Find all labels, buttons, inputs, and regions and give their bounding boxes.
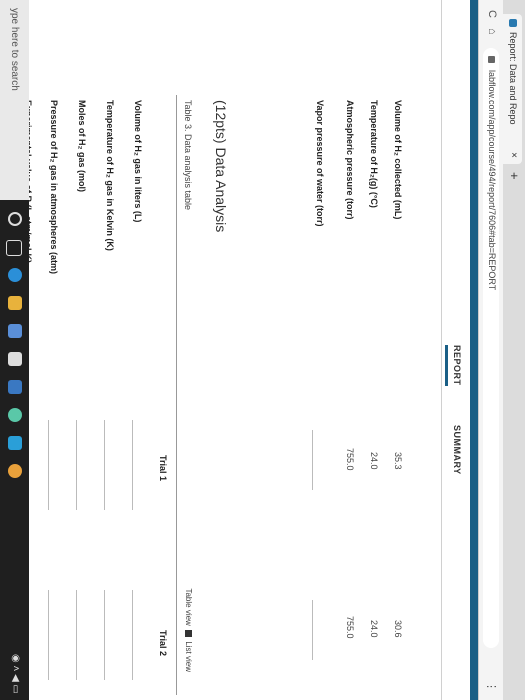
task-view-icon[interactable] (6, 240, 22, 256)
taskbar: ype here to search ◉ ˄ ◀ ▭ (0, 0, 29, 700)
close-icon[interactable]: × (508, 152, 519, 158)
reload-icon[interactable]: C (486, 10, 498, 18)
row-label-moles: Moles of H₂ gas (mol) (77, 100, 87, 193)
summary-trial2-atm-pressure: 755.0 (345, 616, 355, 639)
report-content: Volume of H₂ collected (mL) 35.3 30.6 Te… (21, 0, 441, 700)
dropbox-icon[interactable] (8, 380, 22, 394)
home-icon[interactable]: ⌂ (486, 28, 498, 35)
app-header-bar (470, 0, 478, 700)
summary-label-temperature: Temperature of H₂(g) (°C) (369, 100, 379, 208)
cortana-icon[interactable] (8, 212, 22, 226)
app-icon[interactable] (8, 436, 22, 450)
row-label-pressure-atm: Pressure of H₂ gas in atmospheres (atm) (49, 100, 59, 275)
rotated-screen: Report: Data and Repo × + C ⌂ labflow.co… (0, 0, 525, 700)
summary-trial1-volume: 35.3 (393, 452, 403, 470)
amazon-icon[interactable] (8, 352, 22, 366)
header-trial1: Trial 1 (158, 455, 168, 482)
row-label-volume-liters: Volume of H₂ gas in liters (L) (133, 100, 143, 223)
summary-trial1-atm-pressure: 755.0 (345, 448, 355, 471)
url-text: labflow.com/app/course/494/report/7606#t… (487, 70, 497, 291)
input-pressure-trial1[interactable] (48, 420, 49, 510)
list-view-icon (184, 630, 192, 638)
system-tray[interactable]: ◉ ˄ ◀ ▭ (10, 654, 21, 694)
menu-icon[interactable]: ⋮ (485, 681, 498, 692)
summary-label-vapor-pressure: Vapor pressure of water (torr) (315, 100, 325, 227)
table-view-option[interactable]: Table view (184, 588, 193, 625)
summary-label-atm-pressure: Atmospheric pressure (torr) (345, 100, 355, 220)
new-tab-button[interactable]: + (507, 172, 522, 180)
header-trial2: Trial 2 (158, 630, 168, 657)
tab-summary[interactable]: SUMMARY (452, 425, 462, 475)
table-divider (176, 95, 177, 695)
input-temp-trial1[interactable] (104, 420, 105, 510)
summary-trial2-volume: 30.6 (393, 620, 403, 638)
url-field[interactable]: labflow.com/app/course/494/report/7606#t… (483, 48, 499, 648)
list-view-option[interactable]: List view (184, 641, 193, 672)
input-moles-trial2[interactable] (76, 590, 77, 680)
row-label-temp-kelvin: Temperature of H₂ gas in Kelvin (K) (105, 100, 115, 251)
browser-tab[interactable]: Report: Data and Repo × (503, 14, 522, 164)
lock-icon (488, 56, 495, 63)
input-volume-trial1[interactable] (132, 420, 133, 510)
file-explorer-icon[interactable] (8, 296, 22, 310)
search-placeholder: ype here to search (9, 8, 20, 91)
input-pressure-trial2[interactable] (48, 590, 49, 680)
tripadvisor-icon[interactable] (8, 408, 22, 422)
tab-report[interactable]: REPORT (445, 345, 462, 386)
vapor-trial1-input[interactable] (312, 430, 313, 490)
view-toggle[interactable]: Table view List view (184, 588, 193, 672)
app-tabs: REPORT SUMMARY (441, 0, 470, 700)
taskbar-search[interactable]: ype here to search (0, 0, 29, 200)
table-caption: Table 3. Data analysis table (183, 100, 193, 211)
summary-trial1-temperature: 24.0 (369, 452, 379, 470)
favicon-icon (509, 19, 517, 27)
tab-title: Report: Data and Repo (508, 32, 518, 125)
summary-trial2-temperature: 24.0 (369, 620, 379, 638)
input-temp-trial2[interactable] (104, 590, 105, 680)
store-icon[interactable] (8, 324, 22, 338)
input-moles-trial1[interactable] (76, 420, 77, 510)
section-title: (12pts) Data Analysis (213, 100, 229, 233)
browser-tab-bar: Report: Data and Repo × + (503, 0, 525, 700)
edge-icon[interactable] (8, 268, 22, 282)
address-bar: C ⌂ labflow.com/app/course/494/report/76… (478, 0, 503, 700)
chrome-icon[interactable] (8, 464, 22, 478)
vapor-trial2-input[interactable] (312, 600, 313, 660)
input-volume-trial2[interactable] (132, 590, 133, 680)
summary-label-volume: Volume of H₂ collected (mL) (393, 100, 403, 220)
